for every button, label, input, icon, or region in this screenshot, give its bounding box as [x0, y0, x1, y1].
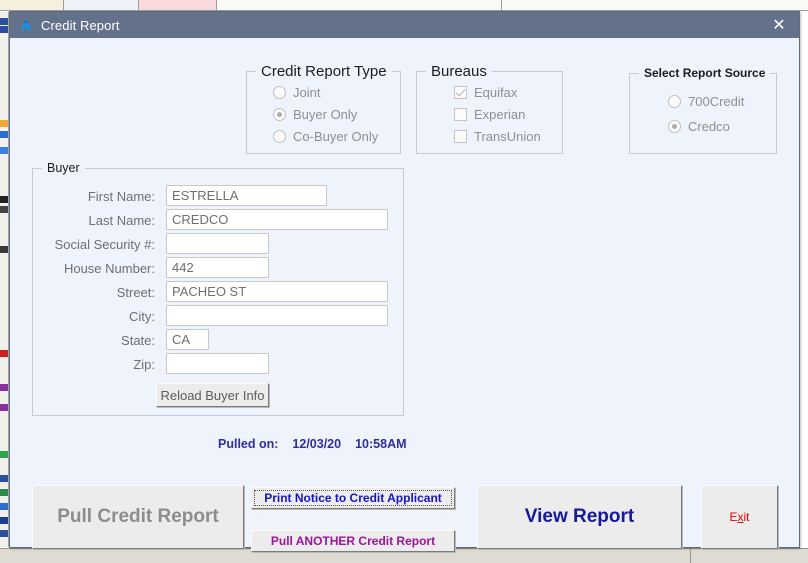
- buyer-legend: Buyer: [42, 161, 85, 175]
- radio-buyer-only-label: Buyer Only: [293, 107, 358, 122]
- state-input[interactable]: [166, 329, 209, 350]
- radio-buyer-only-icon: [273, 108, 286, 121]
- print-notice-label: Print Notice to Credit Applicant: [264, 491, 442, 505]
- checkbox-equifax-label: Equifax: [474, 85, 518, 100]
- background-icon: [0, 147, 8, 154]
- checkbox-transunion-label: TransUnion: [474, 129, 541, 144]
- exit-button[interactable]: Exit: [701, 485, 778, 549]
- pulled-on-info: Pulled on: 12/03/20 10:58AM: [218, 437, 407, 451]
- exit-label: Exit: [729, 510, 750, 524]
- background-icon: [0, 489, 8, 496]
- radio-co-buyer-only-icon: [273, 130, 286, 143]
- window-title: Credit Report: [41, 17, 120, 33]
- background-cell: [0, 0, 64, 10]
- background-icon: [0, 26, 8, 33]
- background-left-toolbar: [0, 12, 9, 547]
- report-source-group: Select Report Source 700Credit Credco: [629, 66, 777, 154]
- window-titlebar: Credit Report ✕: [10, 12, 799, 38]
- background-icon: [0, 18, 8, 25]
- credit-report-type-legend: Credit Report Type: [256, 63, 392, 80]
- background-divider: [690, 549, 691, 563]
- radio-co-buyer-only[interactable]: Co-Buyer Only: [273, 129, 378, 144]
- zip-input[interactable]: [166, 353, 269, 374]
- radio-joint[interactable]: Joint: [273, 85, 320, 100]
- last-name-label: Last Name:: [88, 213, 155, 228]
- background-cell: [64, 0, 139, 10]
- pull-another-credit-report-button[interactable]: Pull ANOTHER Credit Report: [251, 530, 455, 552]
- bureaus-legend: Bureaus: [426, 63, 492, 80]
- street-label: Street:: [116, 285, 155, 300]
- checkbox-experian-label: Experian: [474, 107, 526, 122]
- house-number-label: House Number:: [63, 261, 155, 276]
- state-label: State:: [121, 333, 155, 348]
- background-cell: [139, 0, 217, 10]
- background-icon: [0, 246, 8, 253]
- background-icon: [0, 120, 8, 127]
- house-number-input[interactable]: [166, 257, 269, 278]
- radio-buyer-only[interactable]: Buyer Only: [273, 107, 357, 122]
- background-toolbar-strip: [0, 0, 808, 11]
- credit-report-dialog: Credit Report ✕ Credit Report Type Joint…: [9, 11, 800, 552]
- pulled-on-date: 12/03/20: [292, 437, 342, 451]
- print-notice-to-credit-applicant-button[interactable]: Print Notice to Credit Applicant: [251, 487, 455, 509]
- background-icon: [0, 475, 8, 482]
- background-icon: [0, 404, 8, 411]
- view-report-button[interactable]: View Report: [477, 485, 682, 549]
- background-icon: [0, 451, 8, 458]
- radio-joint-icon: [273, 86, 286, 99]
- dialog-client-area: Credit Report Type Joint Buyer Only Co-B…: [10, 38, 799, 552]
- background-icon: [0, 131, 8, 138]
- checkbox-equifax[interactable]: Equifax: [454, 85, 517, 100]
- background-cell: [502, 0, 808, 10]
- background-icon: [0, 350, 8, 357]
- first-name-input[interactable]: [166, 185, 327, 206]
- zip-label: Zip:: [133, 357, 155, 372]
- radio-700credit-icon: [668, 95, 681, 108]
- city-input[interactable]: [166, 305, 388, 326]
- background-icon: [0, 206, 8, 213]
- background-icon: [0, 503, 8, 510]
- pulled-on-label: Pulled on:: [218, 437, 279, 451]
- report-source-legend: Select Report Source: [639, 66, 771, 80]
- triangle-logo-icon: [20, 19, 32, 30]
- radio-credco-icon: [668, 120, 681, 133]
- buyer-group: Buyer First Name: Last Name: Social Secu…: [32, 161, 404, 416]
- credit-report-type-group: Credit Report Type Joint Buyer Only Co-B…: [246, 63, 401, 154]
- checkbox-experian-icon: [454, 108, 467, 121]
- street-input[interactable]: [166, 281, 388, 302]
- last-name-input[interactable]: [166, 209, 388, 230]
- close-icon[interactable]: ✕: [759, 12, 799, 38]
- background-cell: [217, 0, 502, 10]
- checkbox-transunion[interactable]: TransUnion: [454, 129, 541, 144]
- checkbox-transunion-icon: [454, 130, 467, 143]
- background-icon: [0, 384, 8, 391]
- radio-credco-label: Credco: [688, 119, 730, 134]
- radio-700credit[interactable]: 700Credit: [668, 94, 744, 109]
- radio-700credit-label: 700Credit: [688, 94, 745, 109]
- background-icon: [0, 517, 8, 524]
- radio-co-buyer-only-label: Co-Buyer Only: [293, 129, 379, 144]
- checkbox-experian[interactable]: Experian: [454, 107, 525, 122]
- pull-credit-report-button[interactable]: Pull Credit Report: [32, 485, 244, 549]
- first-name-label: First Name:: [87, 189, 155, 204]
- reload-buyer-info-button[interactable]: Reload Buyer Info: [156, 383, 269, 407]
- background-icon: [0, 530, 8, 537]
- pulled-on-time: 10:58AM: [355, 437, 407, 451]
- checkbox-equifax-icon: [454, 86, 467, 99]
- bureaus-group: Bureaus Equifax Experian TransUnion: [416, 63, 563, 154]
- background-icon: [0, 196, 8, 203]
- social-security-input[interactable]: [166, 233, 269, 254]
- radio-credco[interactable]: Credco: [668, 119, 730, 134]
- social-security-label: Social Security #:: [54, 237, 155, 252]
- radio-joint-label: Joint: [293, 85, 321, 100]
- city-label: City:: [129, 309, 155, 324]
